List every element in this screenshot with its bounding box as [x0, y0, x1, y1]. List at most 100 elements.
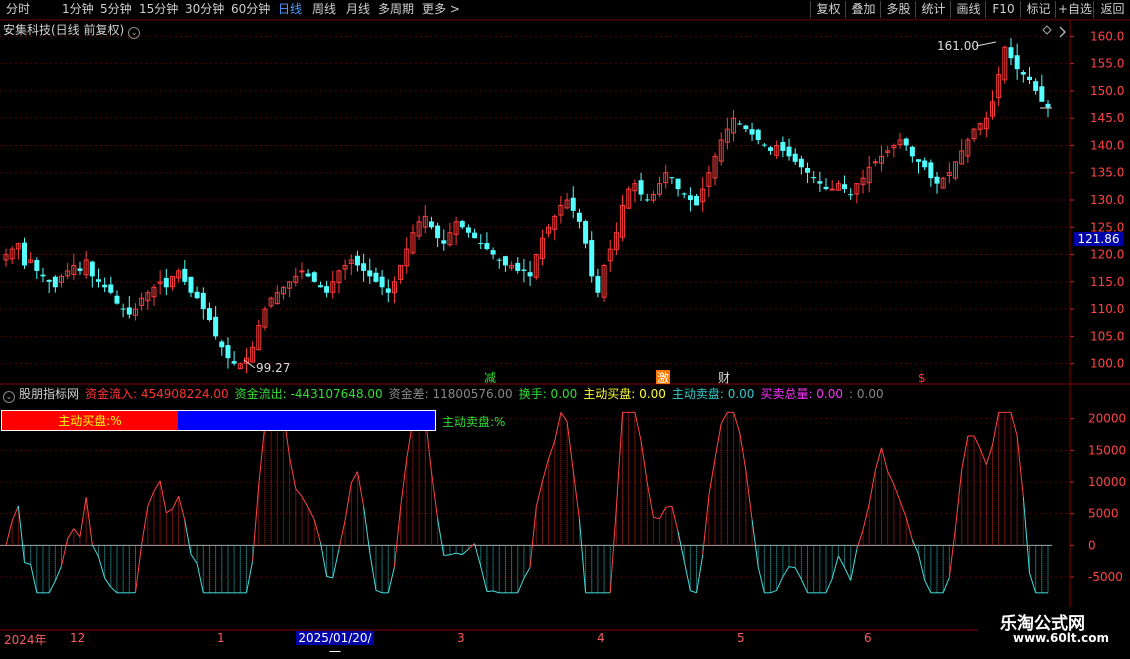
ind-line: [900, 501, 906, 518]
ind-line: [561, 412, 567, 421]
candle-body: [484, 243, 489, 249]
candle-body: [848, 194, 853, 195]
candle-body: [201, 293, 206, 309]
ind-line: [845, 567, 851, 580]
candle-body: [386, 288, 391, 292]
candle-body: [768, 147, 773, 151]
date-tick-0: 2024年: [4, 631, 47, 648]
price-label-3: 145.0: [1090, 111, 1124, 125]
candle-body: [645, 199, 650, 200]
ind-axis-label-1: 15000: [1088, 443, 1126, 457]
ind-line: [919, 554, 925, 580]
candle-body: [306, 273, 311, 276]
ind-axis-label-5: -5000: [1088, 570, 1123, 584]
candle-body: [830, 189, 834, 190]
date-tick-5: 5: [737, 631, 745, 645]
ind-line: [24, 563, 30, 565]
candle-body: [164, 278, 169, 287]
price-label-0: 160.0: [1090, 29, 1124, 43]
candle-body: [694, 196, 699, 206]
indicator-name: 股朋指标网: [19, 387, 79, 401]
ind-line: [68, 529, 74, 539]
candle-body: [780, 142, 785, 151]
candle-body: [34, 260, 39, 271]
signal-marker-3: $: [918, 371, 926, 385]
ind-line: [789, 567, 795, 568]
ind-line: [160, 481, 166, 513]
ind-line: [777, 577, 783, 591]
date-cursor: 2025/01/20/一: [296, 631, 374, 645]
ind-line: [1017, 436, 1023, 497]
sell-ratio-label: 主动卖盘:%: [442, 413, 505, 430]
candle-body: [811, 177, 816, 178]
candle-body: [589, 240, 594, 276]
candle-body: [1015, 55, 1020, 69]
candle-body: [90, 262, 95, 277]
candle-body: [873, 162, 877, 163]
price-label-2: 150.0: [1090, 84, 1124, 98]
indicator-value-7: : 0.00: [849, 387, 884, 401]
candle-body: [324, 286, 329, 293]
candle-body: [373, 273, 378, 282]
ind-line: [709, 458, 715, 495]
ind-line: [345, 483, 351, 520]
ind-line: [450, 553, 456, 555]
ind-line: [610, 507, 616, 593]
ind-line: [394, 508, 400, 567]
ind-line: [980, 449, 986, 465]
ind-line: [956, 470, 962, 528]
ind-line: [333, 549, 339, 578]
indicator-value-0: 资金流入: 454908224.00: [85, 387, 229, 401]
ind-line: [672, 506, 678, 531]
ind-line: [444, 555, 450, 556]
chevron-right-icon: [1060, 27, 1065, 37]
candle-body: [503, 256, 508, 265]
ind-line: [530, 507, 536, 567]
price-label-11: 105.0: [1090, 329, 1124, 343]
ind-line: [302, 496, 308, 507]
ind-line: [142, 506, 148, 544]
ind-line: [92, 545, 98, 557]
ind-line: [191, 554, 197, 563]
candle-body: [935, 177, 940, 184]
ind-line: [518, 578, 524, 593]
ind-line: [783, 567, 789, 577]
date-tick-4: 4: [597, 631, 605, 645]
indicator-collapse-icon[interactable]: ⌄: [3, 391, 15, 403]
ind-line: [579, 519, 585, 593]
candle-body: [750, 129, 755, 134]
ind-line: [456, 553, 462, 555]
candle-body: [1009, 47, 1014, 58]
ind-line: [154, 481, 160, 491]
candle-body: [916, 159, 921, 162]
ind-line: [752, 520, 758, 567]
candle-body: [127, 307, 132, 314]
indicator-info-bar: ⌄ 股朋指标网资金流入: 454908224.00 资金流出: -443107648…: [3, 386, 886, 402]
ind-line: [573, 471, 579, 519]
candle-body: [77, 268, 82, 271]
ind-line: [111, 587, 117, 593]
ind-line: [635, 412, 641, 440]
candle-body: [805, 168, 810, 173]
candle-body: [102, 285, 107, 288]
ind-line: [851, 549, 857, 580]
candle-body: [676, 179, 681, 189]
ind-line: [771, 590, 777, 592]
candle-body: [207, 308, 212, 320]
main-chart[interactable]: 160.0155.0150.0145.0140.0135.0130.0125.0…: [0, 0, 1130, 650]
ind-line: [875, 448, 881, 470]
ind-line: [734, 412, 740, 432]
signal-marker-2: 财: [718, 371, 730, 385]
candle-body: [182, 269, 187, 282]
candle-body: [737, 123, 742, 124]
price-label-8: 120.0: [1090, 248, 1124, 262]
candle-body: [367, 270, 372, 276]
ind-line: [1011, 412, 1017, 436]
candle-body: [595, 276, 600, 293]
candle-body: [583, 221, 588, 244]
ind-line: [55, 566, 61, 581]
price-label-9: 115.0: [1090, 275, 1124, 289]
ind-line: [61, 539, 67, 566]
candle-body: [312, 272, 317, 282]
indicator-value-1: 资金流出: -443107648.00: [235, 387, 383, 401]
